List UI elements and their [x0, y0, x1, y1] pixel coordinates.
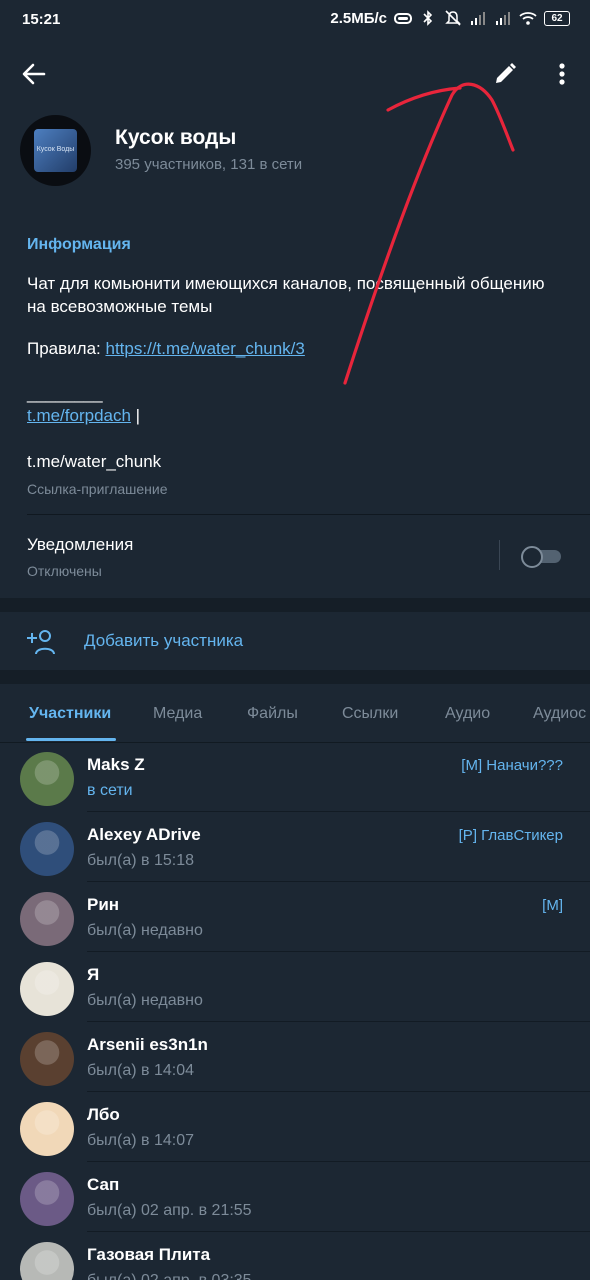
tab-files[interactable]: Файлы: [247, 705, 298, 723]
avatar: [20, 1102, 74, 1156]
member-row[interactable]: Alexey ADrive был(а) в 15:18 [P] ГлавСти…: [0, 812, 590, 882]
divider: [27, 514, 590, 515]
member-status: был(а) 02 апр. в 21:55: [87, 1202, 252, 1219]
rules-line: Правила: https://t.me/water_chunk/3: [27, 339, 305, 359]
forpdach-suffix: |: [130, 406, 141, 425]
status-icons: 2.5МБ/с 62: [330, 9, 570, 27]
avatar: [20, 822, 74, 876]
notifications-state: Отключены: [27, 563, 102, 579]
wifi-icon: [519, 12, 537, 25]
member-row[interactable]: Maks Z в сети [M] Наначи???: [0, 742, 590, 812]
pencil-icon[interactable]: [491, 60, 519, 88]
shared-media-tabs: Участники Медиа Файлы Ссылки Аудио Аудио…: [0, 684, 590, 743]
avatar: [20, 962, 74, 1016]
tab-media[interactable]: Медиа: [153, 705, 202, 723]
arrow-left-icon[interactable]: [20, 60, 48, 88]
member-status: в сети: [87, 782, 133, 799]
member-status: был(а) в 14:07: [87, 1132, 194, 1149]
member-row[interactable]: Сап был(а) 02 апр. в 21:55: [0, 1162, 590, 1232]
chat-title: Кусок воды: [115, 126, 237, 149]
add-user-icon: [27, 630, 55, 655]
members-panel: Участники Медиа Файлы Ссылки Аудио Аудио…: [0, 684, 590, 1280]
member-name: Рин: [87, 895, 120, 914]
more-vertical-icon[interactable]: [550, 60, 574, 88]
member-row[interactable]: Лбо был(а) в 14:07: [0, 1092, 590, 1162]
active-tab-indicator: [26, 738, 116, 741]
invite-link-caption: Ссылка-приглашение: [27, 481, 168, 497]
invite-link[interactable]: t.me/water_chunk: [27, 452, 161, 472]
member-status: был(а) недавно: [87, 922, 203, 939]
tab-audio-2[interactable]: Аудиос: [533, 705, 586, 723]
bluetooth-icon: [423, 10, 433, 26]
member-role: [M] Наначи???: [461, 757, 563, 774]
chat-description: Чат для комьюнити имеющихся каналов, пос…: [27, 274, 545, 316]
member-row[interactable]: Arsenii es3n1n был(а) в 14:04: [0, 1022, 590, 1092]
member-name: Arsenii es3n1n: [87, 1035, 208, 1054]
tab-audio[interactable]: Аудио: [445, 705, 490, 723]
underscore-line: ________: [27, 384, 103, 403]
info-section-title: Информация: [27, 236, 131, 253]
member-name: Я: [87, 965, 100, 984]
member-name: Лбо: [87, 1105, 120, 1124]
member-name: Maks Z: [87, 755, 145, 774]
rules-link[interactable]: https://t.me/water_chunk/3: [105, 339, 304, 358]
signal-icon: [471, 12, 485, 25]
tab-links[interactable]: Ссылки: [342, 705, 398, 723]
member-row[interactable]: Я был(а) недавно: [0, 952, 590, 1022]
member-status: был(а) 02 апр. в 03:35: [87, 1272, 252, 1280]
member-status: был(а) в 14:04: [87, 1062, 194, 1079]
member-status: был(а) в 15:18: [87, 852, 194, 869]
info-section: Информация Чат для комьюнити имеющихся к…: [0, 212, 590, 598]
member-row[interactable]: Газовая Плита был(а) 02 апр. в 03:35: [0, 1232, 590, 1280]
forpdach-link[interactable]: t.me/forpdach: [27, 406, 131, 425]
avatar: [20, 1172, 74, 1226]
tab-participants[interactable]: Участники: [29, 705, 111, 723]
member-status: был(а) недавно: [87, 992, 203, 1009]
member-name: Alexey ADrive: [87, 825, 201, 844]
notifications-label[interactable]: Уведомления: [27, 535, 133, 555]
add-member-button[interactable]: Добавить участника: [0, 612, 590, 670]
avatar: [20, 1242, 74, 1280]
network-speed: 2.5МБ/с: [330, 9, 387, 27]
toggle-knob: [521, 546, 543, 568]
battery-indicator: 62: [544, 10, 570, 26]
chat-subtitle: 395 участников, 131 в сети: [115, 156, 303, 173]
vertical-separator: [499, 540, 500, 570]
member-role: [M]: [542, 897, 563, 914]
avatar: [20, 1032, 74, 1086]
notifications-toggle[interactable]: [521, 546, 562, 568]
avatar: [20, 892, 74, 946]
add-member-label: Добавить участника: [84, 631, 244, 650]
rules-label: Правила:: [27, 339, 106, 358]
status-time: 15:21: [22, 11, 61, 28]
avatar-text: Кусок Воды: [36, 146, 75, 153]
chat-avatar[interactable]: Кусок Воды: [20, 115, 91, 186]
bell-off-icon: [445, 10, 461, 26]
chat-header: Кусок Воды Кусок воды 395 участников, 13…: [0, 40, 590, 212]
status-bar: 15:21 2.5МБ/с 62: [0, 0, 590, 40]
vr-icon: [394, 13, 412, 24]
forpdach-line: t.me/forpdach |: [27, 406, 140, 426]
member-name: Газовая Плита: [87, 1245, 211, 1264]
member-role: [P] ГлавСтикер: [458, 827, 563, 844]
member-name: Сап: [87, 1175, 120, 1194]
avatar: [20, 752, 74, 806]
signal-2-icon: [496, 12, 510, 25]
member-row[interactable]: Рин был(а) недавно [M]: [0, 882, 590, 952]
